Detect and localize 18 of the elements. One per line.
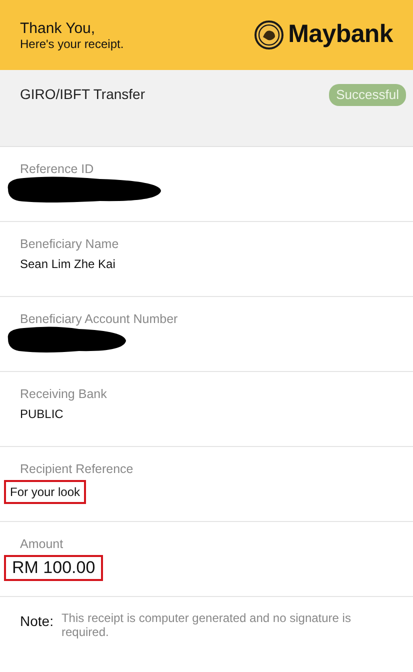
amount-value: RM 100.00 bbox=[6, 557, 102, 579]
brand-name: Maybank bbox=[288, 19, 393, 50]
field-label: Beneficiary Account Number bbox=[20, 311, 179, 327]
field-value: For your look bbox=[6, 482, 84, 502]
field-value: Sean Lim Zhe Kai bbox=[20, 256, 116, 272]
header-subtitle: Here's your receipt. bbox=[20, 36, 124, 50]
bank-emblem-icon bbox=[254, 20, 284, 50]
field-label: Reference ID bbox=[20, 161, 95, 177]
field-label: Amount bbox=[20, 536, 64, 552]
transaction-type: GIRO/IBFT Transfer bbox=[20, 85, 145, 104]
note-text: This receipt is computer generated and no signature is required. bbox=[61, 611, 352, 639]
header-title: Thank You, bbox=[20, 20, 96, 36]
field-value: PUBLIC bbox=[20, 406, 64, 422]
field-label: Recipient Reference bbox=[20, 461, 134, 477]
status-badge: Successful bbox=[329, 84, 406, 106]
field-label: Beneficiary Name bbox=[20, 236, 120, 252]
note-label: Note: bbox=[20, 612, 54, 631]
field-label: Receiving Bank bbox=[20, 386, 108, 402]
